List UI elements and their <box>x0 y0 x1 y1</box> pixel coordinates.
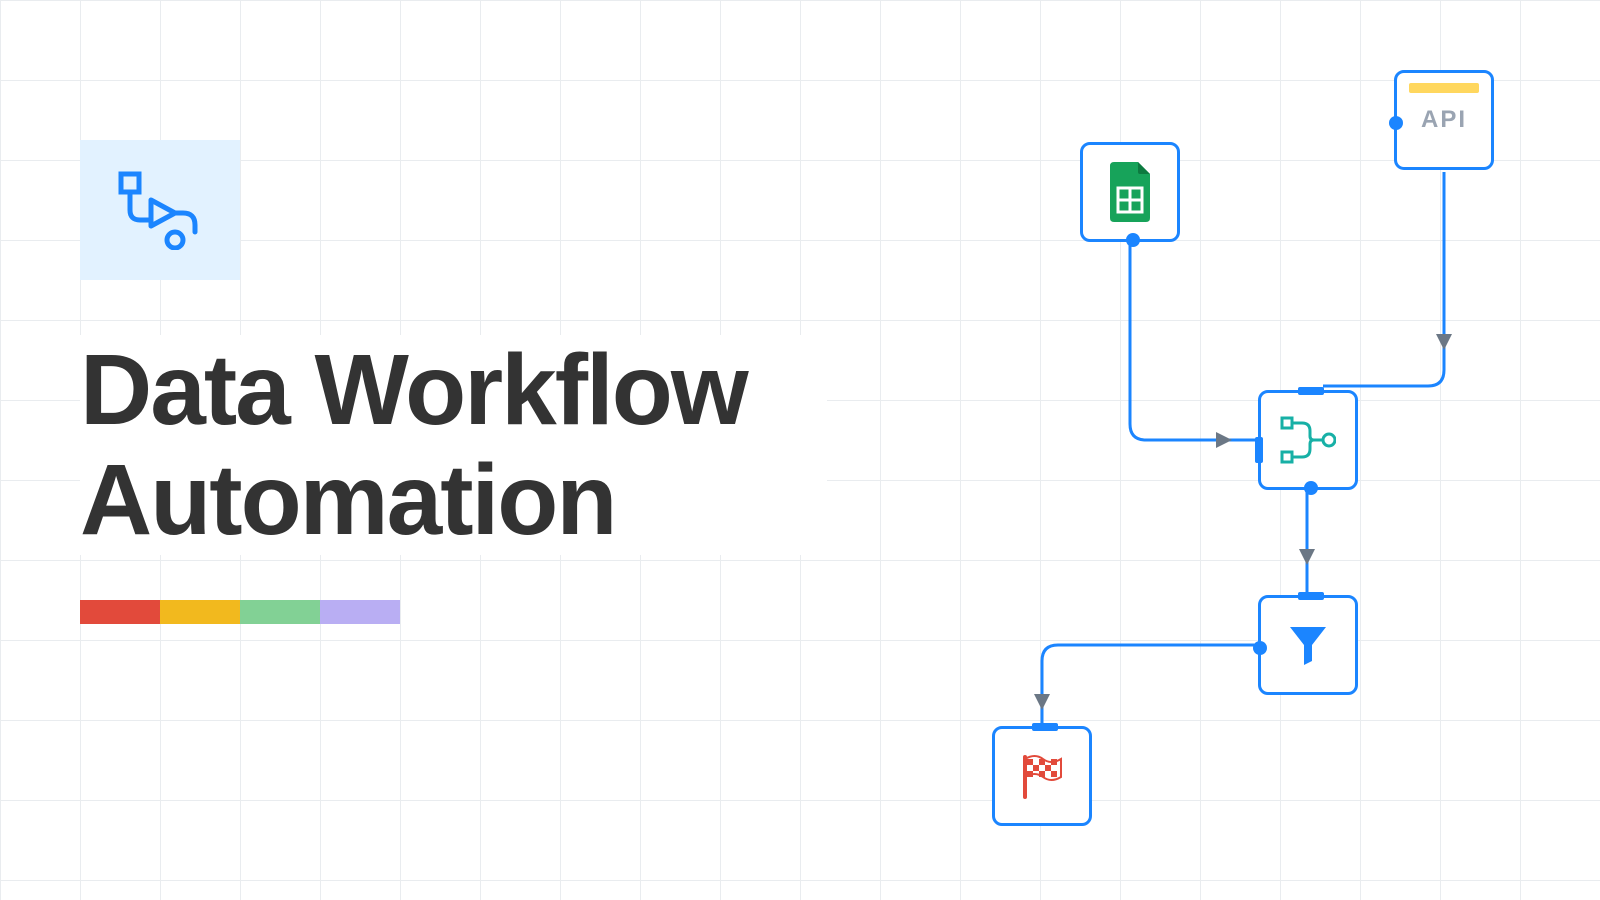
hero-icon-box <box>80 140 240 280</box>
color-swatch-yellow <box>160 600 240 624</box>
checkered-flag-icon <box>1017 751 1067 801</box>
color-swatch-red <box>80 600 160 624</box>
color-swatch-green <box>240 600 320 624</box>
port-left[interactable] <box>1255 437 1263 463</box>
merge-icon <box>1280 416 1336 464</box>
port-bottom[interactable] <box>1304 481 1318 495</box>
color-accent-bar <box>80 600 400 624</box>
port-top[interactable] <box>1298 592 1324 600</box>
api-header-bar-icon <box>1409 83 1479 93</box>
node-merge[interactable] <box>1258 390 1358 490</box>
port-top[interactable] <box>1298 387 1324 395</box>
node-sheets[interactable] <box>1080 142 1180 242</box>
node-finish[interactable] <box>992 726 1092 826</box>
port-left[interactable] <box>1253 641 1267 655</box>
hero-panel: Data Workflow Automation <box>80 140 880 624</box>
port-top[interactable] <box>1032 723 1058 731</box>
hero-title: Data Workflow Automation <box>80 335 827 555</box>
hero-title-line2: Automation <box>80 445 655 555</box>
hero-title-line1: Data Workflow <box>80 335 787 445</box>
color-swatch-purple <box>320 600 400 624</box>
port-left[interactable] <box>1389 116 1403 130</box>
google-sheets-icon <box>1106 162 1154 222</box>
node-api[interactable]: API <box>1394 70 1494 170</box>
node-api-label: API <box>1421 106 1467 134</box>
node-filter[interactable] <box>1258 595 1358 695</box>
funnel-icon <box>1286 623 1330 667</box>
workflow-icon <box>115 170 205 250</box>
port-bottom[interactable] <box>1126 233 1140 247</box>
